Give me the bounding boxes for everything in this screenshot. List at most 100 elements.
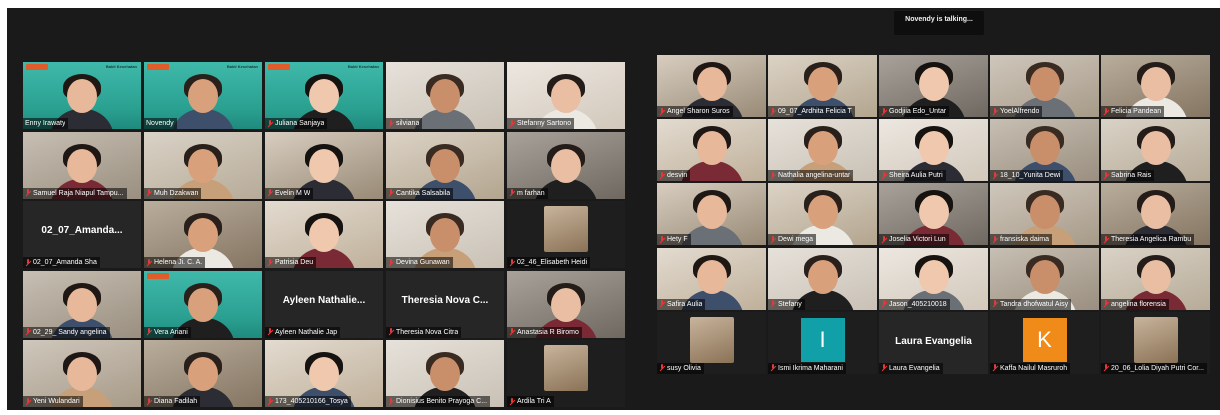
mic-muted-icon bbox=[509, 119, 515, 128]
participant-name: Angel Sharon Suros bbox=[667, 108, 730, 115]
talking-indicator: Novendy is talking... bbox=[894, 11, 984, 35]
participant-tile[interactable]: YoelAlfrendo bbox=[990, 55, 1099, 117]
participant-tile[interactable]: Helena Ji. C. A. bbox=[144, 201, 262, 268]
mic-muted-icon bbox=[770, 300, 776, 308]
participant-tile[interactable]: Samuel Raja Niapul Tampu... bbox=[23, 131, 141, 199]
participant-tile[interactable]: Jason_405210018 bbox=[879, 247, 988, 310]
participant-tile[interactable]: fransiska daima bbox=[990, 183, 1099, 246]
participant-name-label: Evelin M W bbox=[265, 187, 314, 199]
participant-name-label: 20_06_Lolia Diyah Putri Cor... bbox=[1101, 362, 1207, 374]
participant-tile[interactable]: 18_10_Yunita Dewi bbox=[990, 119, 1099, 182]
participant-tile[interactable]: Devina Gunawan bbox=[386, 201, 504, 268]
participant-tile[interactable]: Laura Evangelia Laura Evangelia bbox=[879, 311, 988, 374]
banner-text: Bakti Kesehatan bbox=[347, 64, 379, 69]
participant-tile[interactable]: Godjiia Edo_Untar bbox=[879, 55, 988, 117]
participant-tile[interactable]: Angel Sharon Suros bbox=[657, 55, 766, 117]
participant-tile[interactable]: Dewi mega bbox=[768, 183, 877, 246]
participant-name-label: 173_405210166_Tosya bbox=[265, 396, 351, 407]
participant-name-label: Safira Aulia bbox=[657, 298, 706, 310]
participant-tile[interactable]: Sheira Aulia Putri bbox=[879, 119, 988, 182]
participant-tile[interactable]: 02_07_Amanda... 02_07_Amanda Sha bbox=[23, 201, 141, 268]
mic-muted-icon bbox=[267, 119, 273, 128]
participant-name-label: silviana bbox=[386, 118, 423, 129]
participant-name: Laura Evangelia bbox=[889, 364, 940, 372]
participant-name-label: Patrisia Deu bbox=[265, 257, 317, 268]
participant-name: Ismi Ikrima Maharani bbox=[778, 364, 843, 372]
participant-tile[interactable]: silviana bbox=[386, 62, 504, 129]
participant-tile[interactable]: Ayleen Nathalie... Ayleen Nathalie Jap bbox=[265, 270, 383, 338]
participant-name: 173_405210166_Tosya bbox=[275, 398, 348, 405]
participant-name: Helena Ji. C. A. bbox=[154, 259, 203, 266]
logo-icon bbox=[268, 64, 290, 70]
participant-name-label: Theresia Angelica Rambu bbox=[1101, 234, 1195, 246]
participant-name: Diana Fadilah bbox=[154, 398, 198, 405]
mic-muted-icon bbox=[25, 328, 31, 336]
participant-name: Felicia Pandean bbox=[1111, 108, 1162, 115]
participant-name-label: Sabrina Rais bbox=[1101, 170, 1155, 182]
participant-name-label: 02_29_ Sandy angelina bbox=[23, 326, 110, 338]
participant-name-label: angelina florensia bbox=[1101, 298, 1169, 310]
participant-tile[interactable]: susy Olivia bbox=[657, 311, 766, 374]
participant-name: Enny Irawaty bbox=[25, 120, 66, 127]
participant-tile[interactable]: 02_46_Elisabeth Heidi bbox=[507, 201, 625, 268]
participant-tile[interactable]: m farhan bbox=[507, 131, 625, 199]
participant-name: Theresia Angelica Rambu bbox=[1111, 236, 1192, 244]
profile-photo bbox=[544, 206, 588, 252]
participant-name: Juliana Sanjaya bbox=[275, 120, 325, 127]
mic-muted-icon bbox=[770, 171, 776, 180]
participant-tile[interactable]: Patrisia Deu bbox=[265, 201, 383, 268]
participant-tile[interactable]: Ardila Tri A bbox=[507, 340, 625, 407]
participant-tile[interactable]: Safira Aulia bbox=[657, 247, 766, 310]
participant-tile[interactable]: Bakti Kesehatan Juliana Sanjaya bbox=[265, 62, 383, 129]
participant-name-label: Hety F bbox=[657, 234, 691, 246]
participant-tile[interactable]: desvin bbox=[657, 119, 766, 182]
mic-muted-icon bbox=[881, 235, 887, 244]
participant-tile[interactable]: Theresia Nova C... Theresia Nova Citra bbox=[386, 270, 504, 338]
participant-tile[interactable]: Yeni Wulandari bbox=[23, 340, 141, 407]
participant-name: 20_06_Lolia Diyah Putri Cor... bbox=[1111, 364, 1204, 372]
participant-tile[interactable]: Sabrina Rais bbox=[1101, 119, 1210, 182]
participant-tile[interactable]: I Ismi Ikrima Maharani bbox=[768, 311, 877, 374]
participant-name-label: Devina Gunawan bbox=[386, 257, 453, 268]
participant-tile[interactable]: Hety F bbox=[657, 183, 766, 246]
participant-tile[interactable]: Evelin M W bbox=[265, 131, 383, 199]
participant-tile[interactable]: Bakti Kesehatan Novendy bbox=[144, 62, 262, 129]
profile-photo bbox=[689, 316, 734, 363]
participant-tile[interactable]: Stefany bbox=[768, 247, 877, 310]
participant-tile[interactable]: 02_29_ Sandy angelina bbox=[23, 270, 141, 338]
participant-tile[interactable]: 20_06_Lolia Diyah Putri Cor... bbox=[1101, 311, 1210, 374]
mic-muted-icon bbox=[388, 258, 394, 267]
participant-tile[interactable]: Bakti Kesehatan Enny Irawaty bbox=[23, 62, 141, 129]
participant-tile[interactable]: 173_405210166_Tosya bbox=[265, 340, 383, 407]
logo-icon bbox=[147, 64, 169, 70]
participant-tile[interactable]: Muh Dzakwan bbox=[144, 131, 262, 199]
mic-muted-icon bbox=[659, 235, 665, 244]
mic-muted-icon bbox=[992, 300, 998, 308]
participant-tile[interactable]: Dionisius Benito Prayoga C... bbox=[386, 340, 504, 407]
mic-muted-icon bbox=[25, 189, 31, 197]
participant-name: Dionisius Benito Prayoga C... bbox=[396, 398, 488, 405]
mic-muted-icon bbox=[388, 119, 394, 128]
participant-name: Theresia Nova Citra bbox=[396, 328, 459, 336]
avatar: I bbox=[800, 317, 845, 362]
participant-tile[interactable]: angelina florensia bbox=[1101, 247, 1210, 310]
participant-tile[interactable]: K Kaffa Nailul Masruroh bbox=[990, 311, 1099, 374]
participant-tile[interactable]: Diana Fadilah bbox=[144, 340, 262, 407]
logo-icon bbox=[26, 64, 48, 70]
mic-muted-icon bbox=[659, 171, 665, 180]
participant-tile[interactable]: Stefanny Sartono bbox=[507, 62, 625, 129]
participant-tile[interactable]: Theresia Angelica Rambu bbox=[1101, 183, 1210, 246]
participant-tile[interactable]: Tandra dhofwatul Aisy bbox=[990, 247, 1099, 310]
participant-tile[interactable]: Cantika Salsabila bbox=[386, 131, 504, 199]
participant-tile[interactable]: Anastasia R Biromo bbox=[507, 270, 625, 338]
participant-tile[interactable]: 09_07_Ardhita Felicia T bbox=[768, 55, 877, 117]
mic-muted-icon bbox=[881, 364, 887, 372]
participant-tile[interactable]: Nathalia angelina-untar bbox=[768, 119, 877, 182]
participant-name-label: Yeni Wulandari bbox=[23, 396, 83, 407]
participant-tile[interactable]: Felicia Pandean bbox=[1101, 55, 1210, 117]
participant-name: Yeni Wulandari bbox=[33, 398, 80, 405]
mic-muted-icon bbox=[267, 258, 273, 267]
participant-name-label: Ardila Tri A bbox=[507, 396, 554, 407]
participant-tile[interactable]: Joselia Victori Lun bbox=[879, 183, 988, 246]
participant-tile[interactable]: Vera Ariani bbox=[144, 270, 262, 338]
